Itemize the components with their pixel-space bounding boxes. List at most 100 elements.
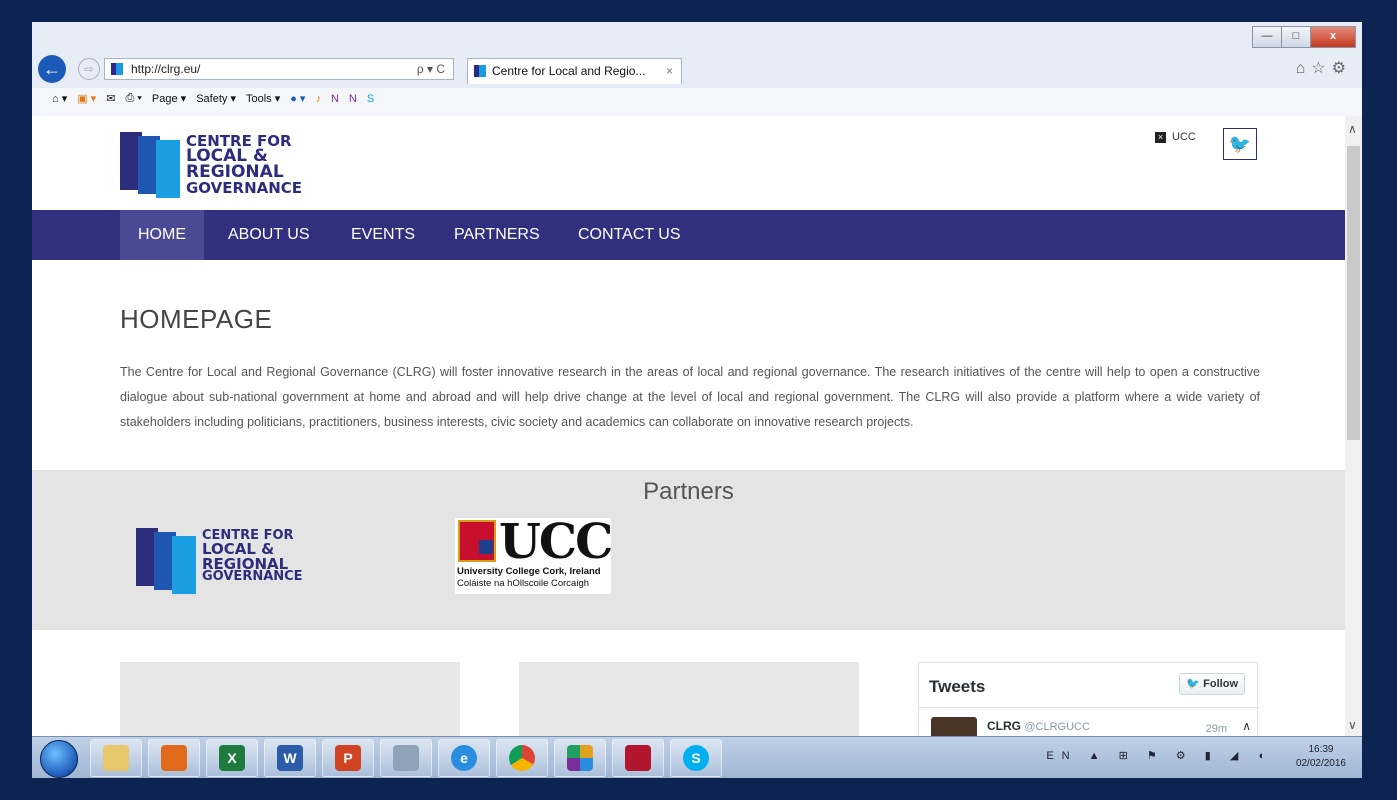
ucc-link[interactable]: × UCC <box>1155 131 1196 143</box>
intro-paragraph: The Centre for Local and Regional Govern… <box>120 365 1260 429</box>
browser-tab[interactable]: Centre for Local and Regio... × <box>467 58 682 84</box>
scroll-down-icon[interactable]: ∨ <box>1348 718 1357 732</box>
follow-label: Follow <box>1203 678 1238 690</box>
taskbar-ie[interactable]: e <box>438 739 490 777</box>
window-controls: — □ x <box>1252 26 1356 48</box>
chrome-icon <box>509 745 535 771</box>
folder-icon <box>103 745 129 771</box>
help-icon[interactable]: ● ▾ <box>290 92 305 105</box>
minimize-button[interactable]: — <box>1252 26 1282 48</box>
tweet-time[interactable]: 29m <box>1206 723 1227 735</box>
ucc-subtitle-irish: Coláiste na hOllscoile Corcaigh <box>457 578 590 589</box>
taskbar-calculator[interactable] <box>380 739 432 777</box>
arrow-left-icon: ← <box>43 58 61 79</box>
ie-icon: e <box>451 745 477 771</box>
main-nav: HOME ABOUT US EVENTS PARTNERS CONTACT US <box>32 210 1345 260</box>
logo-line: GOVERNANCE <box>202 568 303 584</box>
back-button[interactable]: ← <box>38 55 66 83</box>
clock-time: 16:39 <box>1308 744 1334 755</box>
windows-taskbar: X W P e S EN ▲ ⊞ ⚑ ⚙ ▮ ◢ ◖ 16:39 02/02/2… <box>32 736 1362 778</box>
tweet-author-handle: @CLRGUCC <box>1024 721 1090 733</box>
broken-image-icon: × <box>1155 131 1166 143</box>
tweet-author-name: CLRG <box>987 719 1021 733</box>
start-button[interactable] <box>40 740 78 778</box>
onenote-icon-2[interactable]: N <box>349 93 357 105</box>
nav-events[interactable]: EVENTS <box>351 210 415 260</box>
clrg-partner-logo[interactable]: CENTRE FOR LOCAL & REGIONAL GOVERNANCE <box>136 526 303 594</box>
twitter-widget: Tweets 🐦 Follow CLRG @CLRGUCC 29m ∧ <box>918 662 1259 736</box>
follow-button[interactable]: 🐦 Follow <box>1179 673 1245 695</box>
skype-icon[interactable]: S <box>367 93 374 105</box>
partners-title: Partners <box>643 478 734 505</box>
site-logo[interactable]: CENTRE FOR LOCAL & REGIONAL GOVERNANCE <box>120 130 303 198</box>
scroll-up-icon[interactable]: ∧ <box>1348 122 1357 136</box>
language-indicator[interactable]: EN <box>1046 750 1077 762</box>
favicon-icon <box>111 63 123 75</box>
url-text: http://clrg.eu/ <box>131 62 201 76</box>
mail-icon[interactable]: ✉ <box>106 92 115 105</box>
clock-date: 02/02/2016 <box>1295 758 1346 769</box>
print-icon[interactable]: ⎙ ▾ <box>125 92 141 105</box>
taskbar-chrome[interactable] <box>496 739 548 777</box>
address-bar-area: — □ x ← ⇨ http://clrg.eu/ ρ ▾ C Centre f… <box>32 22 1362 88</box>
nav-about-us[interactable]: ABOUT US <box>228 210 310 260</box>
ucc-crest-icon <box>458 520 496 562</box>
calculator-icon <box>393 745 419 771</box>
twitter-icon: 🐦 <box>1228 134 1252 154</box>
page-title: HOMEPAGE <box>120 304 273 334</box>
tab-close-icon[interactable]: × <box>666 59 673 83</box>
taskbar-word[interactable]: W <box>264 739 316 777</box>
taskbar-skype[interactable]: S <box>670 739 722 777</box>
avatar[interactable] <box>931 717 977 736</box>
partners-section: Partners CENTRE FOR LOCAL & REGIONAL GOV… <box>32 470 1345 630</box>
word-icon: W <box>277 745 303 771</box>
taskbar-excel[interactable]: X <box>206 739 258 777</box>
taskbar-powerpoint[interactable]: P <box>322 739 374 777</box>
tab-favicon-icon <box>474 65 486 77</box>
taskbar-mendeley[interactable] <box>612 739 664 777</box>
ucc-subtitle-english: University College Cork, Ireland <box>457 566 601 577</box>
safety-menu[interactable]: Safety ▾ <box>196 92 236 105</box>
mendeley-icon <box>625 745 651 771</box>
tweet-author[interactable]: CLRG @CLRGUCC <box>987 719 1090 733</box>
taskbar-media[interactable] <box>148 739 200 777</box>
nav-contact-us[interactable]: CONTACT US <box>578 210 681 260</box>
content-panel-left <box>120 662 460 736</box>
close-button[interactable]: x <box>1310 26 1356 48</box>
nav-partners[interactable]: PARTNERS <box>454 210 540 260</box>
addon-icon[interactable]: ♪ <box>315 93 321 105</box>
nav-home[interactable]: HOME <box>120 210 204 260</box>
ucc-link-label: UCC <box>1172 131 1196 143</box>
search-refresh-icon[interactable]: ρ ▾ C <box>417 59 445 79</box>
web-page: CENTRE FOR LOCAL & REGIONAL GOVERNANCE ×… <box>32 116 1345 736</box>
system-tray[interactable]: EN ▲ ⊞ ⚑ ⚙ ▮ ◢ ◖ <box>1046 749 1272 762</box>
scroll-thumb[interactable] <box>1347 146 1360 440</box>
tab-title: Centre for Local and Regio... <box>492 64 646 78</box>
app-icon <box>567 745 593 771</box>
twitter-button[interactable]: 🐦 <box>1223 128 1257 160</box>
onenote-icon[interactable]: N <box>331 93 339 105</box>
feeds-icon[interactable]: ▣ ▾ <box>77 92 96 105</box>
home-favorites-settings-icons[interactable]: ⌂☆⚙ <box>1296 58 1352 78</box>
home-icon[interactable]: ⌂ ▾ <box>52 92 67 105</box>
command-bar: ⌂ ▾ ▣ ▾ ✉ ⎙ ▾ Page ▾ Safety ▾ Tools ▾ ● … <box>32 88 1362 117</box>
tools-menu[interactable]: Tools ▾ <box>246 92 280 105</box>
taskbar-app[interactable] <box>554 739 606 777</box>
excel-icon: X <box>219 745 245 771</box>
skype-icon: S <box>683 745 709 771</box>
ucc-partner-logo[interactable]: UCC University College Cork, Ireland Col… <box>455 514 613 594</box>
page-scrollbar[interactable]: ∧ ∨ <box>1345 116 1362 736</box>
logo-line: GOVERNANCE <box>186 178 303 197</box>
forward-button[interactable]: ⇨ <box>78 58 100 80</box>
url-field[interactable]: http://clrg.eu/ ρ ▾ C <box>104 58 454 80</box>
content-panel-middle <box>519 662 859 736</box>
taskbar-clock[interactable]: 16:39 02/02/2016 <box>1296 743 1346 771</box>
arrow-right-icon: ⇨ <box>83 62 95 76</box>
chevron-up-icon[interactable]: ∧ <box>1242 719 1251 733</box>
powerpoint-icon: P <box>335 745 361 771</box>
maximize-button[interactable]: □ <box>1281 26 1311 48</box>
taskbar-explorer[interactable] <box>90 739 142 777</box>
page-menu[interactable]: Page ▾ <box>152 92 186 105</box>
tweets-title: Tweets <box>929 677 986 696</box>
ucc-wordmark: UCC <box>499 514 613 570</box>
